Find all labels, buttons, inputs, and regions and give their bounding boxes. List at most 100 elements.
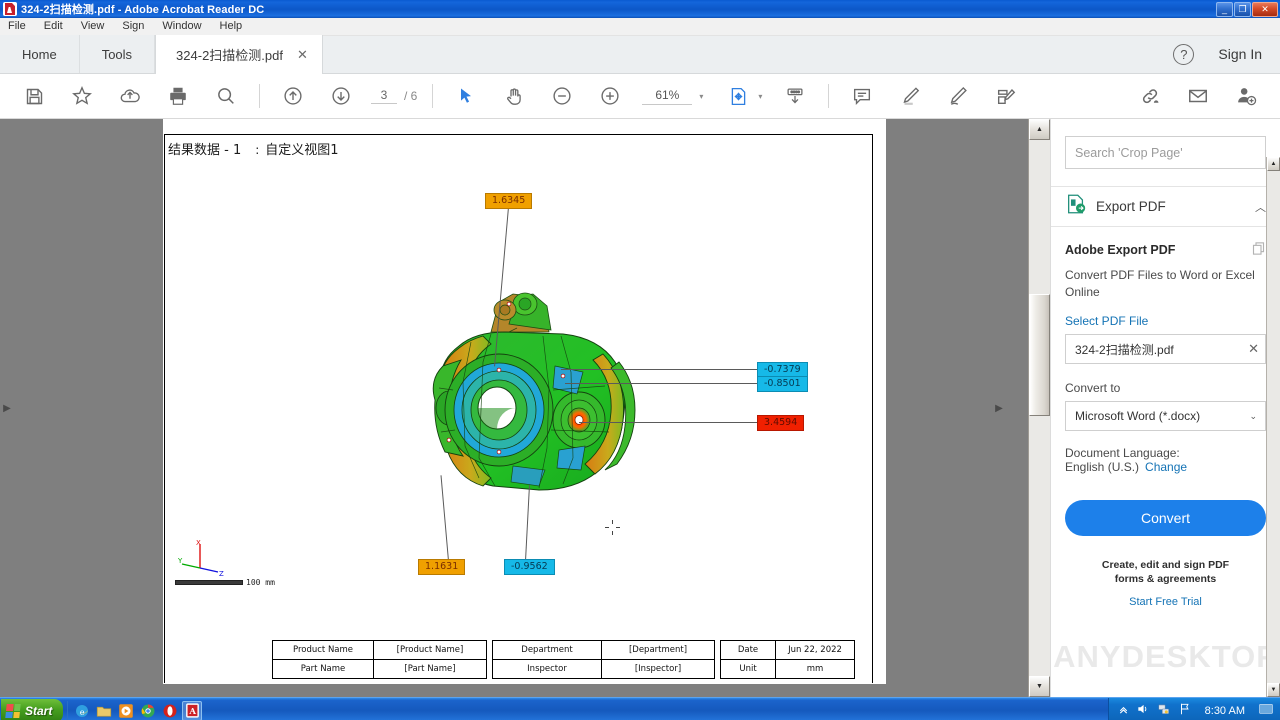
document-language-label: Document Language: — [1065, 446, 1180, 460]
network-icon[interactable] — [1157, 702, 1171, 719]
info-table-group-3: Date Jun 22, 2022 Unit mm — [720, 640, 855, 679]
opera-icon[interactable] — [160, 701, 180, 720]
explorer-folder-icon[interactable] — [94, 701, 114, 720]
scroll-down-button[interactable]: ▼ — [1029, 676, 1050, 697]
page-scroll-icon[interactable] — [778, 79, 812, 113]
report-title-view: 自定义视图1 — [265, 143, 339, 158]
deviation-label-3[interactable]: -0.8501 — [757, 376, 808, 392]
show-hidden-icons-button[interactable] — [1118, 704, 1129, 718]
cell-part-name-label: Part Name — [272, 659, 374, 679]
scale-bar-graphic — [175, 580, 243, 585]
chevron-up-icon[interactable]: ︿ — [1255, 199, 1266, 215]
share-link-icon[interactable] — [1133, 79, 1167, 113]
fit-page-chevron-icon[interactable]: ▾ — [758, 92, 762, 101]
menu-file[interactable]: File — [6, 19, 34, 34]
export-pdf-body: Adobe Export PDF Convert PDF Files to Wo… — [1051, 227, 1280, 474]
acrobat-reader-icon[interactable]: A — [182, 700, 203, 720]
page-number-input[interactable]: 3 — [371, 88, 397, 104]
search-input[interactable]: Search 'Crop Page' — [1065, 136, 1266, 169]
pdf-viewer[interactable]: ▶ 结果数据 - 1: 自定义视图1 1.6345 -0.7379 -0.850… — [0, 119, 1028, 697]
print-icon[interactable] — [161, 79, 195, 113]
document-scrollbar[interactable]: ▲ ▼ — [1028, 119, 1050, 697]
leader-line-right-1 — [561, 369, 757, 370]
menu-view[interactable]: View — [79, 19, 113, 34]
hand-icon[interactable] — [497, 79, 531, 113]
zoom-level-input[interactable]: 61% — [642, 88, 693, 105]
zoom-search-icon[interactable] — [209, 79, 243, 113]
menu-edit[interactable]: Edit — [42, 19, 71, 34]
close-button[interactable]: ✕ — [1252, 1, 1278, 17]
acrobat-icon — [3, 2, 17, 16]
help-icon[interactable]: ? — [1173, 43, 1195, 65]
export-pdf-accordion[interactable]: Export PDF ︿ — [1051, 186, 1280, 227]
previous-page-icon[interactable] — [276, 79, 310, 113]
change-language-link[interactable]: Change — [1145, 460, 1187, 474]
fit-page-icon[interactable] — [721, 79, 755, 113]
highlight-pen-icon[interactable] — [893, 79, 927, 113]
menu-help[interactable]: Help — [218, 19, 251, 34]
start-button[interactable]: Start — [1, 698, 64, 720]
flag-icon[interactable] — [1178, 702, 1192, 719]
tab-document[interactable]: 324-2扫描检测.pdf ✕ — [155, 35, 323, 74]
right-panel-scrollbar[interactable]: ▲ ▼ — [1266, 157, 1280, 697]
right-tools-panel: Search 'Crop Page' Export PDF ︿ Adobe Ex… — [1050, 119, 1280, 697]
close-icon[interactable]: ✕ — [297, 47, 308, 63]
comment-icon[interactable] — [845, 79, 879, 113]
desktop-glyph — [1259, 703, 1273, 714]
menu-window[interactable]: Window — [160, 19, 209, 34]
selected-file-field[interactable]: 324-2扫描检测.pdf ✕ — [1065, 334, 1266, 364]
minimize-button[interactable]: _ — [1216, 1, 1233, 17]
selected-file-name: 324-2扫描检测.pdf — [1075, 342, 1174, 357]
close-icon[interactable]: ✕ — [1248, 341, 1259, 357]
chevron-down-icon[interactable]: ▾ — [699, 92, 703, 101]
convert-button[interactable]: Convert — [1065, 500, 1266, 536]
taskbar-clock[interactable]: 8:30 AM — [1205, 705, 1245, 717]
tab-home[interactable]: Home — [0, 35, 80, 73]
start-free-trial-link[interactable]: Start Free Trial — [1051, 595, 1280, 609]
info-table-group-1: Product Name [Product Name] Part Name [P… — [272, 640, 487, 679]
right-panel-scroll-down[interactable]: ▼ — [1267, 683, 1280, 697]
copy-glyph — [1252, 242, 1265, 255]
sign-pen-icon[interactable] — [941, 79, 975, 113]
save-icon[interactable] — [17, 79, 51, 113]
tab-tools[interactable]: Tools — [79, 35, 156, 73]
add-person-icon[interactable] — [1229, 79, 1263, 113]
zoom-in-icon[interactable] — [593, 79, 627, 113]
menu-bar: File Edit View Sign Window Help — [0, 18, 1280, 36]
show-desktop-button[interactable] — [1258, 703, 1274, 719]
upload-cloud-icon[interactable] — [113, 79, 147, 113]
volume-icon[interactable] — [1136, 702, 1150, 719]
email-icon[interactable] — [1181, 79, 1215, 113]
deviation-label-1[interactable]: 1.6345 — [485, 193, 533, 209]
deviation-label-5[interactable]: 1.1631 — [418, 559, 466, 575]
select-pdf-file-link[interactable]: Select PDF File — [1065, 314, 1266, 328]
chrome-icon[interactable] — [138, 701, 158, 720]
opera-glyph — [163, 704, 177, 717]
zoom-out-icon[interactable] — [545, 79, 579, 113]
toolbar-separator-3 — [828, 84, 830, 108]
deviation-label-4[interactable]: 3.4594 — [757, 415, 805, 431]
convert-to-select[interactable]: Microsoft Word (*.docx) ⌄ — [1065, 401, 1266, 431]
right-pane-toggle[interactable]: ▶ — [992, 395, 1006, 421]
scan-deviation-model[interactable] — [413, 280, 645, 515]
internet-explorer-icon[interactable]: e — [72, 701, 92, 720]
media-player-icon[interactable] — [116, 701, 136, 720]
deviation-label-6[interactable]: -0.9562 — [504, 559, 555, 575]
fill-and-sign-icon[interactable] — [989, 79, 1023, 113]
window-title-bar: 324-2扫描检测.pdf - Adobe Acrobat Reader DC … — [0, 0, 1280, 18]
select-cursor-icon[interactable] — [449, 79, 483, 113]
right-panel-scroll-up[interactable]: ▲ — [1267, 157, 1280, 171]
next-page-icon[interactable] — [324, 79, 358, 113]
maximize-button[interactable]: ❐ — [1234, 1, 1251, 17]
scrollbar-thumb[interactable] — [1029, 294, 1050, 416]
promo-line-1: Create, edit and sign PDF — [1101, 559, 1230, 571]
star-icon[interactable] — [65, 79, 99, 113]
copy-icon[interactable] — [1251, 241, 1266, 259]
left-pane-toggle[interactable]: ▶ — [0, 395, 14, 421]
start-button-label: Start — [25, 703, 53, 718]
menu-sign[interactable]: Sign — [120, 19, 152, 34]
sign-in-button[interactable]: Sign In — [1218, 46, 1262, 62]
system-tray: 8:30 AM — [1107, 697, 1280, 720]
export-pdf-description: Convert PDF Files to Word or Excel Onlin… — [1065, 268, 1255, 299]
scroll-up-button[interactable]: ▲ — [1029, 119, 1050, 140]
